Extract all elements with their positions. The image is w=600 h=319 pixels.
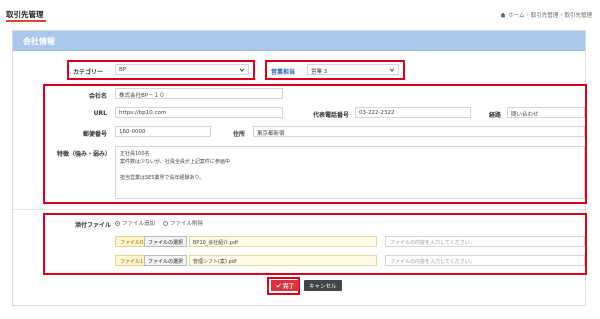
file-select-button-1[interactable]: ファイルの選択 [144, 255, 188, 266]
file-desc-input-0[interactable]: ファイルの内容を入力してください。 [385, 236, 585, 247]
attachment-mode-group: ファイル追加 ファイル削除 [115, 219, 209, 228]
breadcrumb-section[interactable]: 取引先管理 [531, 11, 559, 19]
title-underline [6, 20, 46, 22]
radio-dot-icon [115, 220, 120, 226]
breadcrumb-sep-2: › [560, 12, 563, 18]
card-title: 会社情報 [23, 37, 55, 46]
address-input[interactable]: 東京都新宿 [253, 126, 585, 137]
attachments-label: 添付ファイル [74, 222, 111, 229]
sales-value: 営業 3 [311, 69, 328, 75]
company-card: 会社情報 カテゴリー BP 営業担当 営業 3 会社名 株式会社BP－１０ UR… [12, 30, 587, 306]
top-bar: 取引先管理 ホーム › 取引先管理 › 取引先管理 [0, 0, 600, 26]
cancel-button[interactable]: キャンセル [304, 280, 342, 291]
chevron-down-icon [239, 68, 245, 72]
notes-line: 案件数は少ないが、社員全員が上記案件に参画中 [120, 159, 230, 165]
file-select-button-0[interactable]: ファイルの選択 [144, 236, 188, 247]
done-label: 完了 [283, 283, 295, 290]
radio-delete-label: ファイル削除 [169, 221, 203, 227]
company-name-label: 会社名 [88, 93, 107, 100]
file-desc-input-1[interactable]: ファイルの内容を入力してください。 [385, 255, 585, 266]
sales-label: 営業担当 [271, 69, 296, 76]
category-select[interactable]: BP [115, 64, 249, 75]
company-name-input[interactable]: 株式会社BP－１０ [115, 88, 283, 99]
zip-input[interactable]: 160-0000 [115, 126, 211, 137]
notes-line: 正社員100名 [120, 151, 150, 157]
radio-dot-icon [162, 220, 168, 226]
route-input[interactable]: 問い合わせ [507, 107, 585, 118]
sales-select[interactable]: 営業 3 [307, 64, 399, 75]
phone-input[interactable]: 03-222-2322 [355, 107, 471, 118]
category-value: BP [119, 67, 127, 73]
category-label: カテゴリー [73, 69, 104, 76]
url-input[interactable]: https://bp10.com [115, 107, 283, 118]
notes-line [120, 166, 580, 174]
route-label: 経路 [488, 112, 501, 119]
section-divider [13, 209, 585, 210]
card-header: 会社情報 [13, 31, 585, 51]
notes-textarea[interactable]: 正社員100名 案件数は少ないが、社員全員が上記案件に参画中 担当営業はSES業… [115, 146, 585, 199]
breadcrumb-current: 取引先管理 [564, 13, 592, 19]
address-label: 住所 [232, 131, 245, 138]
file-name-1: 管理シフト(案).pdf [189, 255, 377, 266]
breadcrumb-sep-1: › [526, 12, 529, 18]
home-icon[interactable] [500, 12, 506, 18]
done-button[interactable]: 完了 [271, 280, 300, 291]
url-label: URL [93, 110, 107, 117]
page-title: 取引先管理 [6, 10, 44, 19]
notes-line: 担当営業はSES業界で長年経験あり。 [120, 175, 205, 181]
zip-label: 郵便番号 [82, 131, 107, 138]
radio-add-label: ファイル追加 [122, 221, 156, 227]
file-name-0: BP10_会社紹介.pdf [189, 236, 377, 247]
chevron-down-icon [389, 68, 395, 72]
radio-delete-file[interactable]: ファイル削除 [162, 219, 203, 227]
radio-add-file[interactable]: ファイル追加 [115, 219, 155, 227]
notes-label: 特徴（強み・弱み） [56, 151, 111, 158]
phone-label: 代表電話番号 [312, 112, 349, 119]
breadcrumb: ホーム › 取引先管理 › 取引先管理 [500, 11, 592, 19]
check-icon [276, 283, 281, 288]
breadcrumb-home[interactable]: ホーム [508, 11, 524, 19]
